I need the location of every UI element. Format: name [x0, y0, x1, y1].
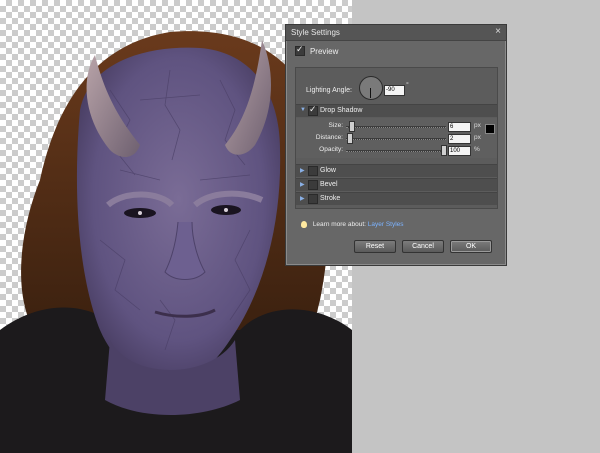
learn-more-row: Learn more about: Layer Styles: [301, 221, 404, 228]
angle-needle-icon: [370, 88, 371, 98]
opacity-slider-row: Opacity: 100 %: [296, 145, 497, 156]
reset-button[interactable]: Reset: [354, 240, 396, 253]
distance-slider-row: Distance: 2 px: [296, 133, 497, 144]
stroke-label: Stroke: [320, 195, 341, 202]
section-stroke[interactable]: ▶ Stroke: [296, 192, 497, 205]
distance-input[interactable]: 2: [448, 134, 471, 144]
drop-shadow-options: Size: 6 px Distance: 2 px Opacity: 100 %: [296, 118, 497, 158]
lighting-angle-dial[interactable]: [359, 76, 383, 100]
dialog-titlebar[interactable]: Style Settings ×: [286, 25, 506, 41]
dialog-title: Style Settings: [291, 28, 340, 37]
section-drop-shadow[interactable]: ▼ Drop Shadow: [296, 104, 497, 117]
layer-styles-link[interactable]: Layer Styles: [368, 221, 404, 228]
ok-button[interactable]: OK: [450, 240, 492, 253]
opacity-label: Opacity:: [319, 146, 343, 153]
size-slider-thumb[interactable]: [349, 121, 355, 132]
chevron-down-icon[interactable]: ▼: [300, 107, 306, 113]
opacity-unit: %: [474, 146, 480, 153]
opacity-input[interactable]: 100: [448, 146, 471, 156]
drop-shadow-checkbox[interactable]: [308, 104, 318, 116]
lighting-angle-input[interactable]: -90: [384, 85, 405, 96]
section-glow[interactable]: ▶ Glow: [296, 164, 497, 177]
style-options-panel: Lighting Angle: -90 ° ▼ Drop Shadow Size…: [295, 67, 498, 209]
distance-slider-thumb[interactable]: [347, 133, 353, 144]
glow-label: Glow: [320, 167, 336, 174]
chevron-right-icon[interactable]: ▶: [300, 195, 305, 202]
close-icon[interactable]: ×: [495, 26, 501, 37]
section-bevel[interactable]: ▶ Bevel: [296, 178, 497, 191]
lightbulb-icon: [301, 221, 307, 228]
stroke-checkbox[interactable]: [308, 194, 318, 204]
preview-label: Preview: [309, 46, 339, 56]
size-slider-row: Size: 6 px: [296, 121, 497, 134]
preview-checkbox[interactable]: [295, 44, 305, 56]
style-settings-dialog: Style Settings × Preview Lighting Angle:…: [285, 24, 507, 266]
size-unit: px: [474, 122, 481, 129]
distance-slider-track[interactable]: [346, 138, 446, 140]
chevron-right-icon[interactable]: ▶: [300, 167, 305, 174]
cancel-button[interactable]: Cancel: [402, 240, 444, 253]
bevel-checkbox[interactable]: [308, 180, 318, 190]
bevel-label: Bevel: [320, 181, 338, 188]
opacity-slider-track[interactable]: [346, 150, 446, 152]
glow-checkbox[interactable]: [308, 166, 318, 176]
lighting-angle-label: Lighting Angle:: [306, 87, 352, 94]
degree-unit: °: [406, 82, 409, 89]
distance-label: Distance:: [315, 134, 343, 141]
size-label: Size:: [328, 122, 343, 129]
drop-shadow-label: Drop Shadow: [320, 107, 363, 114]
opacity-slider-thumb[interactable]: [441, 145, 447, 156]
distance-unit: px: [474, 134, 481, 141]
chevron-right-icon[interactable]: ▶: [300, 181, 305, 188]
preview-checkbox-row[interactable]: Preview: [295, 44, 339, 58]
learn-more-text: Learn more about:: [312, 221, 366, 229]
size-input[interactable]: 6: [448, 122, 471, 132]
size-slider-track[interactable]: [346, 126, 446, 128]
